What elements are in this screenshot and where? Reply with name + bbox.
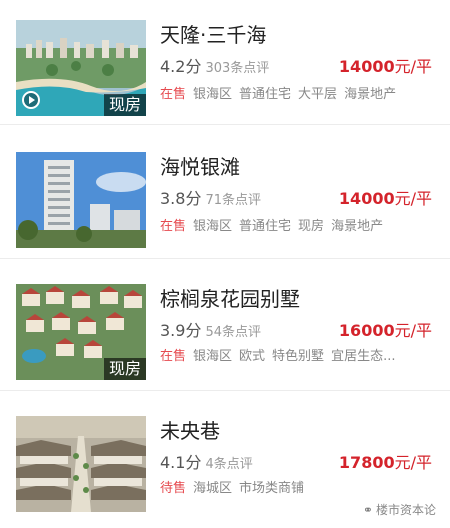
rating-score: 4.2分 <box>160 57 202 76</box>
listing-price: 17800元/平 <box>339 452 432 474</box>
review-count: 71条点评 <box>205 193 261 208</box>
district-tag: 银海区 <box>193 349 233 364</box>
wechat-icon: ⚭ <box>362 503 373 517</box>
listing-rating: 4.2分 303条点评 <box>160 56 269 80</box>
price-unit: 元/平 <box>394 189 432 208</box>
feature-tag: 普通住宅 <box>239 87 292 102</box>
review-count: 54条点评 <box>205 325 261 340</box>
sale-status-tag: 在售 <box>160 219 187 234</box>
feature-tag: 宜居生态... <box>331 349 396 364</box>
listing-name[interactable]: 棕榈泉花园别墅 <box>160 286 300 312</box>
feature-tag: 普通住宅 <box>239 219 292 234</box>
listing-tags: 在售 银海区 普通住宅 现房 海景地产 <box>160 218 432 236</box>
feature-tag: 海景地产 <box>344 87 397 102</box>
rating-score: 3.9分 <box>160 321 202 340</box>
listing-thumbnail[interactable] <box>16 152 146 248</box>
listing-name[interactable]: 海悦银滩 <box>160 154 240 180</box>
listing-item[interactable]: 现房 天隆·三千海 4.2分 303条点评 14000元/平 在售 银海区 普通住宅大… <box>0 0 450 125</box>
district-tag: 海城区 <box>193 481 233 496</box>
price-value: 17800 <box>338 453 395 472</box>
feature-tag: 大平层 <box>298 87 338 102</box>
feature-tag: 市场类商铺 <box>239 481 305 496</box>
price-value: 16000 <box>338 321 395 340</box>
price-unit: 元/平 <box>394 321 432 340</box>
watermark-text: 楼市资本论 <box>375 503 436 517</box>
rating-score: 3.8分 <box>160 189 202 208</box>
commercial-street-image <box>16 416 146 512</box>
listing-thumbnail[interactable]: 现房 <box>16 284 146 380</box>
listing-item[interactable]: 现房 棕榈泉花园别墅 3.9分 54条点评 16000元/平 在售 银海区 欧式 特色别… <box>0 266 450 391</box>
listing-price: 14000元/平 <box>339 188 432 210</box>
thumbnail-status-tag: 现房 <box>103 358 146 380</box>
listing-name[interactable]: 天隆·三千海 <box>160 22 266 48</box>
listing-rating: 3.9分 54条点评 <box>160 320 261 344</box>
feature-tag: 现房 <box>298 219 325 234</box>
play-video-icon[interactable] <box>22 91 40 109</box>
sale-status-tag: 在售 <box>160 87 187 102</box>
wechat-watermark: ⚭ 楼市资本论 <box>363 501 436 518</box>
listing-thumbnail[interactable]: 现房 <box>16 20 146 116</box>
price-unit: 元/平 <box>394 57 432 76</box>
listing-rating: 4.1分 4条点评 <box>160 452 253 476</box>
price-value: 14000 <box>338 57 395 76</box>
listing-tags: 在售 银海区 欧式 特色别墅 宜居生态... <box>160 348 432 366</box>
review-count: 4条点评 <box>205 457 253 472</box>
district-tag: 银海区 <box>193 219 233 234</box>
sale-status-tag: 在售 <box>160 349 187 364</box>
feature-tag: 海景地产 <box>331 219 384 234</box>
district-tag: 银海区 <box>193 87 233 102</box>
price-value: 14000 <box>338 189 395 208</box>
rating-score: 4.1分 <box>160 453 202 472</box>
listing-list: 现房 天隆·三千海 4.2分 303条点评 14000元/平 在售 银海区 普通住宅大… <box>0 0 450 528</box>
listing-price: 16000元/平 <box>339 320 432 342</box>
feature-tag: 欧式 <box>239 349 266 364</box>
listing-tags: 待售 海城区 市场类商铺 <box>160 480 330 498</box>
listing-rating: 3.8分 71条点评 <box>160 188 261 212</box>
price-unit: 元/平 <box>394 453 432 472</box>
feature-tag: 特色别墅 <box>272 349 325 364</box>
listing-thumbnail[interactable] <box>16 416 146 512</box>
review-count: 303条点评 <box>205 61 270 76</box>
tower-building-image <box>16 152 146 248</box>
thumbnail-status-tag: 现房 <box>103 94 146 116</box>
listing-price: 14000元/平 <box>339 56 432 78</box>
listing-item[interactable]: 海悦银滩 3.8分 71条点评 14000元/平 在售 银海区 普通住宅 现房 海景地产 <box>0 134 450 259</box>
sale-status-tag: 待售 <box>160 481 187 496</box>
listing-tags: 在售 银海区 普通住宅 大平层 海景地产 <box>160 86 432 104</box>
listing-name[interactable]: 未央巷 <box>160 418 220 444</box>
